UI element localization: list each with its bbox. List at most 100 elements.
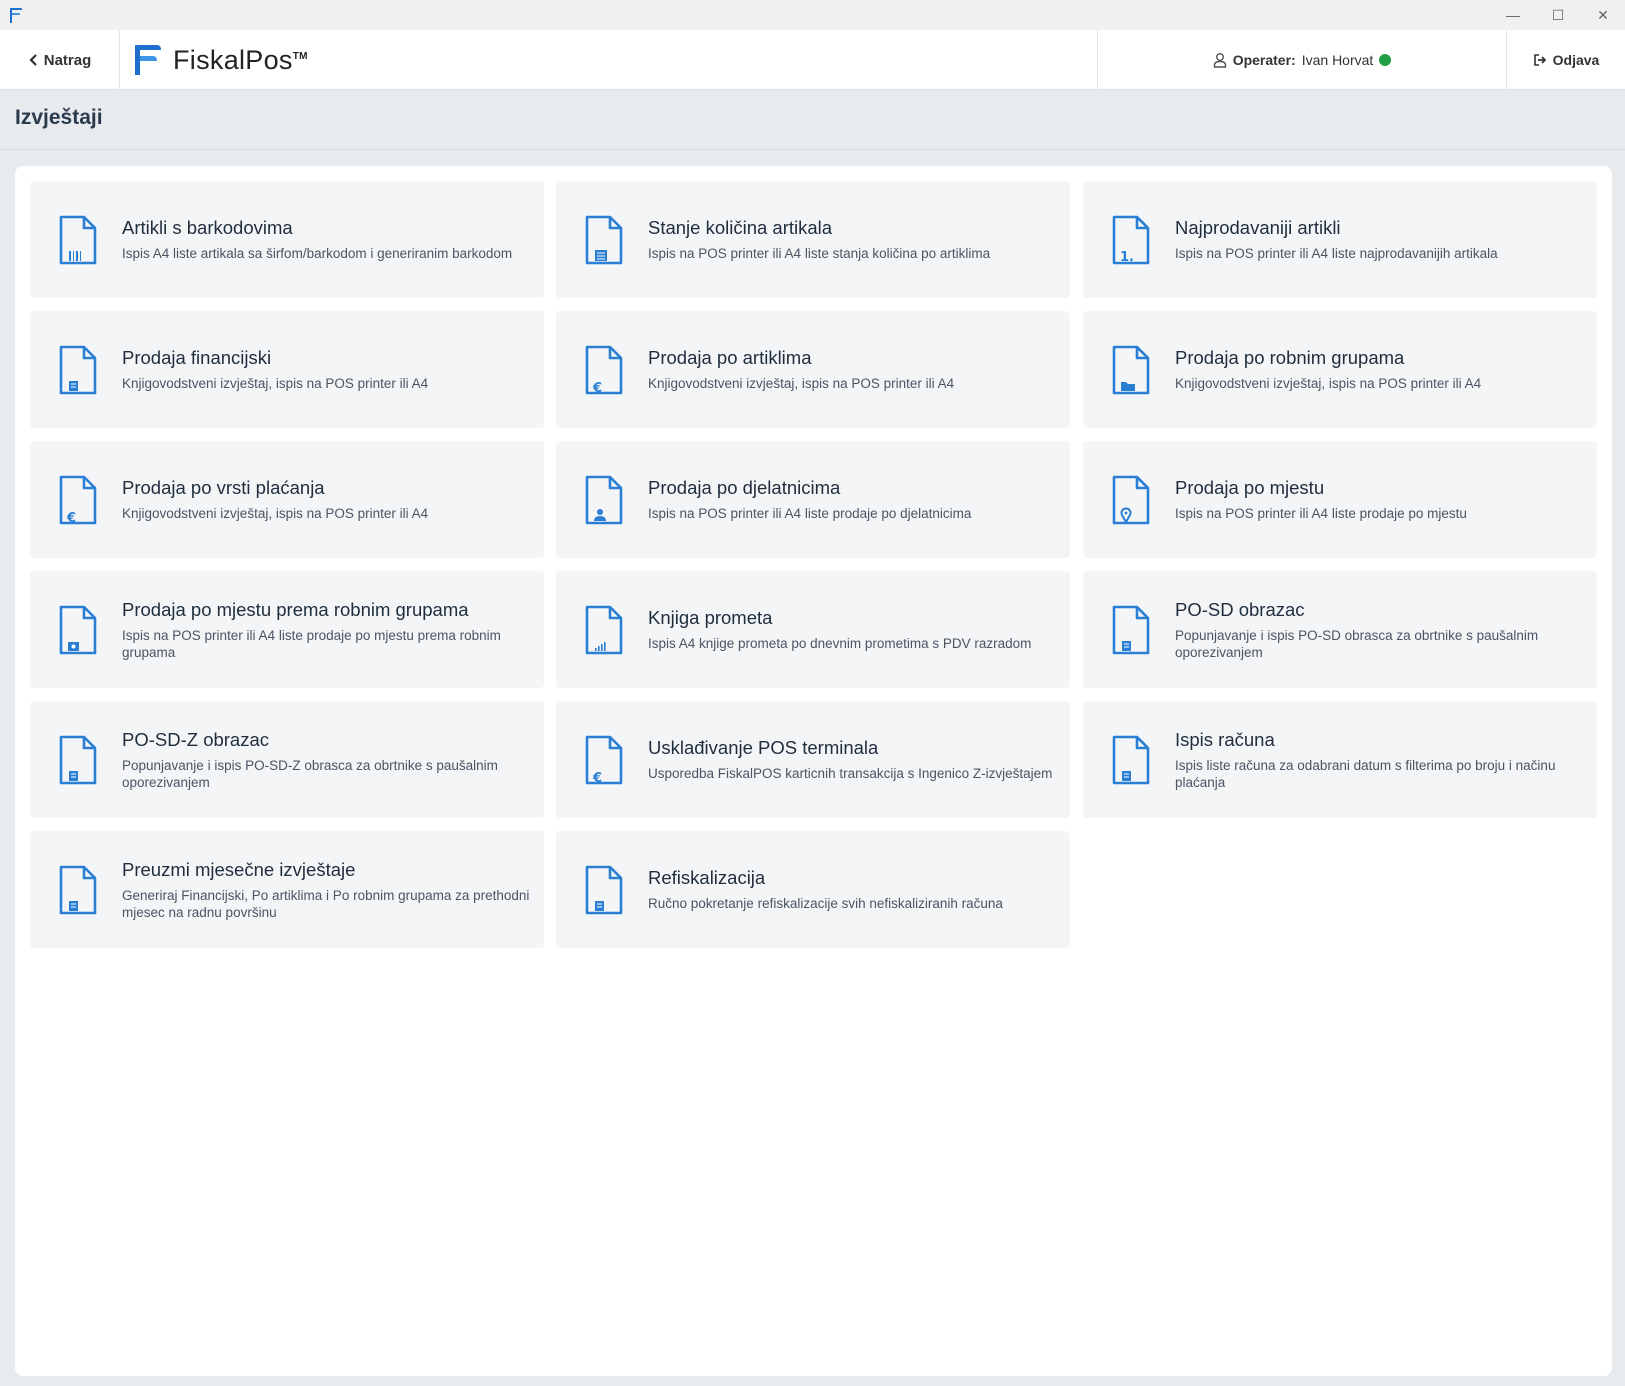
report-card-text: Prodaja po djelatnicima Ispis na POS prin…: [648, 441, 1058, 558]
report-title: Prodaja po djelatnicima: [648, 477, 841, 498]
report-card-text: Ispis računa Ispis liste računa za odabra…: [1175, 701, 1585, 818]
svg-text:€: €: [592, 381, 602, 395]
report-card-text: Prodaja po robnim grupama Knjigovodstveni…: [1175, 311, 1585, 428]
euro-document-icon: €: [59, 475, 97, 525]
sign-out-icon: [1533, 54, 1546, 66]
report-description: Knjigovodstveni izvještaj, ispis na POS …: [122, 376, 429, 391]
report-description: Popunjavanje i ispis PO-SD obrasca za ob…: [1175, 627, 1539, 660]
fiskalpos-logo-icon: [135, 45, 161, 75]
online-status-icon: [1379, 54, 1392, 66]
report-description: Knjigovodstveni izvještaj, ispis na POS …: [1175, 376, 1482, 391]
report-card[interactable]: Stanje količina artikala Ispis na POS pri…: [556, 181, 1070, 298]
report-card[interactable]: € Prodaja po artiklima Knjigovodstveni izv…: [556, 311, 1070, 428]
report-description: Ispis liste računa za odabrani datum s f…: [1175, 757, 1556, 790]
chart-document-icon: [585, 605, 623, 655]
logout-label: Odjava: [1552, 52, 1600, 68]
receipt-document-icon: [1112, 735, 1150, 785]
logo-text: FiskalPosTM: [173, 44, 308, 75]
report-description: Ispis na POS printer ili A4 liste prodaj…: [122, 627, 501, 660]
report-card[interactable]: Refiskalizacija Ručno pokretanje refiskal…: [556, 831, 1070, 948]
report-title: Najprodavaniji artikli: [1175, 217, 1341, 238]
list-document-icon: [585, 215, 623, 265]
window-minimize-button[interactable]: —: [1493, 4, 1533, 26]
report-description: Ispis na POS printer ili A4 liste prodaj…: [1175, 506, 1467, 521]
report-title: Prodaja financijski: [122, 347, 272, 368]
report-card-text: Prodaja po artiklima Knjigovodstveni izvj…: [648, 311, 1058, 428]
report-description: Ispis na POS printer ili A4 liste prodaj…: [648, 506, 972, 521]
svg-text:€: €: [66, 511, 76, 525]
report-title: Refiskalizacija: [648, 867, 766, 888]
operator-info: Operater: Ivan Horvat: [1097, 30, 1507, 90]
report-card-text: Usklađivanje POS terminala Usporedba Fisk…: [648, 701, 1058, 818]
barcode-document-icon: [59, 215, 97, 265]
euro-document-icon: €: [585, 735, 623, 785]
report-title: Prodaja po mjestu: [1175, 477, 1325, 498]
folder-document-icon: [1112, 345, 1150, 395]
window-maximize-button[interactable]: ☐: [1538, 4, 1578, 26]
report-description: Knjigovodstveni izvještaj, ispis na POS …: [648, 376, 955, 391]
location-group-document-icon: [59, 605, 97, 655]
operator-name: Ivan Horvat: [1301, 52, 1374, 68]
report-title: Usklađivanje POS terminala: [648, 737, 879, 758]
operator-label: Operater:: [1232, 52, 1296, 68]
report-description: Ispis na POS printer ili A4 liste najpro…: [1175, 246, 1498, 261]
app-logo-icon: [10, 8, 22, 23]
svg-text:€: €: [592, 771, 602, 785]
report-card[interactable]: PO-SD obrazac Popunjavanje i ispis PO-SD …: [1083, 571, 1597, 688]
report-card-text: Stanje količina artikala Ispis na POS pri…: [648, 181, 1058, 298]
report-title: Stanje količina artikala: [648, 217, 833, 238]
user-icon: [1213, 53, 1226, 68]
report-card-text: Prodaja po mjestu prema robnim grupama Is…: [122, 571, 532, 688]
report-description: Usporedba FiskalPOS karticnih transakcij…: [648, 766, 1053, 781]
report-card[interactable]: Prodaja po mjestu Ispis na POS printer il…: [1083, 441, 1597, 558]
report-description: Ručno pokretanje refiskalizacije svih ne…: [648, 896, 1003, 911]
report-card-text: Artikli s barkodovima Ispis A4 liste arti…: [122, 181, 532, 298]
report-card[interactable]: € Prodaja po vrsti plaćanja Knjigovodstven…: [30, 441, 544, 558]
euro-document-icon: €: [585, 345, 623, 395]
window-close-button[interactable]: ✕: [1583, 4, 1623, 26]
report-card[interactable]: € Usklađivanje POS terminala Usporedba Fis…: [556, 701, 1070, 818]
location-document-icon: [1112, 475, 1150, 525]
report-description: Ispis A4 knjige prometa po dnevnim prome…: [648, 636, 1032, 651]
chevron-left-icon: [29, 54, 37, 66]
report-card[interactable]: 1. Najprodavaniji artikli Ispis na POS pri…: [1083, 181, 1597, 298]
report-card[interactable]: PO-SD-Z obrazac Popunjavanje i ispis PO-S…: [30, 701, 544, 818]
report-card-text: Prodaja po mjestu Ispis na POS printer il…: [1175, 441, 1585, 558]
report-card-text: Preuzmi mjesečne izvještaje Generiraj Fin…: [122, 831, 532, 948]
page-title-bar: Izvještaji: [0, 90, 1625, 150]
report-title: Preuzmi mjesečne izvještaje: [122, 858, 356, 880]
logo-trademark: TM: [292, 50, 308, 62]
report-title: Prodaja po artiklima: [648, 347, 812, 368]
report-card[interactable]: Artikli s barkodovima Ispis A4 liste arti…: [30, 181, 544, 298]
report-card[interactable]: Prodaja financijski Knjigovodstveni izvje…: [30, 311, 544, 428]
ranked-document-icon: 1.: [1112, 215, 1150, 265]
report-description: Popunjavanje i ispis PO-SD-Z obrasca za …: [122, 757, 498, 790]
back-button-label: Natrag: [43, 51, 92, 69]
report-card[interactable]: Knjiga prometa Ispis A4 knjige prometa po…: [556, 571, 1070, 688]
report-title: Prodaja po mjestu prema robnim grupama: [122, 598, 469, 620]
back-button[interactable]: Natrag: [0, 30, 120, 90]
report-description: Ispis na POS printer ili A4 liste stanja…: [648, 246, 991, 261]
window-titlebar: — ☐ ✕: [0, 0, 1625, 30]
report-title: Knjiga prometa: [648, 607, 773, 628]
reports-panel: Artikli s barkodovima Ispis A4 liste arti…: [15, 166, 1612, 1376]
report-description: Generiraj Financijski, Po artiklima i Po…: [122, 887, 530, 920]
report-card[interactable]: Prodaja po robnim grupama Knjigovodstveni…: [1083, 311, 1597, 428]
logout-button[interactable]: Odjava: [1507, 30, 1625, 90]
report-card-text: Prodaja financijski Knjigovodstveni izvje…: [122, 311, 532, 428]
report-card-text: Knjiga prometa Ispis A4 knjige prometa po…: [648, 571, 1058, 688]
form-document-icon: [59, 735, 97, 785]
download-document-icon: [59, 865, 97, 915]
finance-document-icon: [59, 345, 97, 395]
report-title: Ispis računa: [1175, 728, 1275, 750]
report-card[interactable]: Prodaja po mjestu prema robnim grupama Is…: [30, 571, 544, 688]
report-title: Prodaja po vrsti plaćanja: [122, 477, 325, 498]
page-title: Izvještaji: [15, 106, 103, 129]
report-card-text: Refiskalizacija Ručno pokretanje refiskal…: [648, 831, 1058, 948]
report-title: PO-SD-Z obrazac: [122, 728, 270, 750]
form-document-icon: [1112, 605, 1150, 655]
report-card[interactable]: Ispis računa Ispis liste računa za odabra…: [1083, 701, 1597, 818]
report-card-text: Prodaja po vrsti plaćanja Knjigovodstveni…: [122, 441, 532, 558]
report-card[interactable]: Prodaja po djelatnicima Ispis na POS prin…: [556, 441, 1070, 558]
report-card[interactable]: Preuzmi mjesečne izvještaje Generiraj Fin…: [30, 831, 544, 948]
